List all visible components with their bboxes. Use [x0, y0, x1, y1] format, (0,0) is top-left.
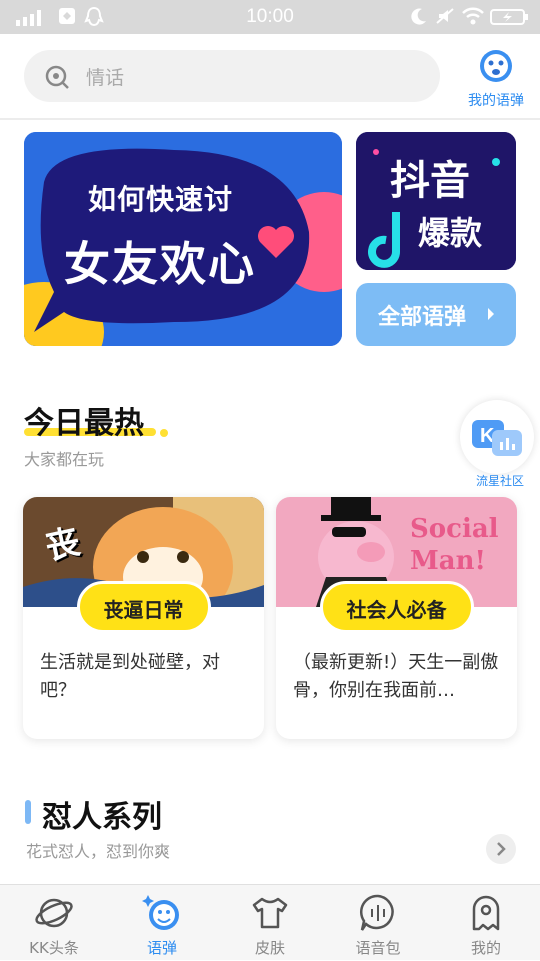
tab-label: KK头条	[29, 939, 79, 957]
bullet-mascot-icon	[480, 50, 512, 82]
hot-section-title: 今日最热	[24, 406, 144, 441]
search-input[interactable]: 情话	[24, 50, 440, 102]
section-accent-bar	[25, 800, 31, 824]
banner-girlfriend-line1: 如何快速讨	[88, 183, 234, 216]
roast-section-subtitle: 花式怼人，怼到你爽	[26, 842, 171, 861]
status-bar: 10:00	[0, 0, 540, 34]
tab-label: 我的	[470, 939, 501, 957]
banner-all-bullets-label: 全部语弹	[378, 305, 467, 330]
chevron-right-icon	[488, 308, 494, 320]
tab-voice-pack[interactable]: 语音包	[324, 885, 432, 961]
moon-icon	[411, 8, 426, 25]
topic-card[interactable]: 丧 丧逼日常 生活就是到处碰壁，对吧？	[23, 497, 264, 739]
section-underline-dot	[160, 429, 168, 437]
roast-more-button[interactable]	[486, 834, 516, 864]
banner-girlfriend[interactable]: 如何快速讨 女友欢心	[24, 132, 342, 346]
community-icon: K	[472, 420, 522, 456]
tab-bullets[interactable]: 语弹	[108, 885, 216, 961]
tab-label: 语音包	[355, 939, 401, 957]
banner-douyin-line1: 抖音	[390, 158, 470, 204]
roast-section-title: 怼人系列	[42, 800, 162, 835]
tab-label: 语弹	[146, 939, 177, 957]
card-overlay-text: Social Man!	[410, 514, 499, 576]
tab-kk-news[interactable]: KK头条	[0, 885, 108, 961]
search-placeholder: 情话	[86, 67, 125, 89]
search-header: 情话 我的语弹	[0, 34, 540, 120]
tab-label: 皮肤	[254, 939, 285, 957]
community-button[interactable]: K 流星社区	[458, 400, 538, 490]
mute-icon	[436, 8, 454, 24]
card-tag: 丧逼日常	[76, 581, 211, 633]
topic-card[interactable]: Social Man! 社会人必备 （最新更新!）天生一副傲骨，你别在我面前…	[276, 497, 517, 739]
voice-icon	[359, 894, 394, 931]
bottom-tab-bar: KK头条 语弹 皮肤 语音包 我的	[0, 884, 540, 960]
my-bullets-button[interactable]: 我的语弹	[464, 48, 528, 110]
hot-section-subtitle: 大家都在玩	[24, 450, 105, 469]
banner-all-bullets[interactable]: 全部语弹	[356, 283, 516, 346]
card-description: 生活就是到处碰壁，对吧？	[40, 652, 220, 701]
banner-girlfriend-line2: 女友欢心	[64, 237, 256, 291]
tab-mine[interactable]: 我的	[432, 885, 540, 961]
planet-icon	[35, 898, 73, 928]
banner-douyin-line2: 爆款	[418, 214, 483, 252]
battery-icon	[490, 9, 528, 25]
shirt-icon	[252, 897, 288, 929]
chevron-right-icon	[497, 842, 506, 856]
status-time: 10:00	[246, 6, 294, 27]
card-description: （最新更新!）天生一副傲骨，你别在我面前…	[293, 652, 499, 701]
community-label: 流星社区	[475, 474, 524, 488]
wifi-icon	[462, 7, 484, 25]
banner-douyin[interactable]: 抖音 爆款	[356, 132, 516, 270]
search-icon	[45, 65, 69, 89]
card-tag: 社会人必备	[319, 581, 474, 633]
ghost-icon	[472, 895, 500, 931]
bullet-icon	[142, 895, 179, 930]
tab-skins[interactable]: 皮肤	[216, 885, 324, 961]
my-bullets-label: 我的语弹	[468, 93, 524, 109]
heart-icon	[258, 226, 294, 258]
